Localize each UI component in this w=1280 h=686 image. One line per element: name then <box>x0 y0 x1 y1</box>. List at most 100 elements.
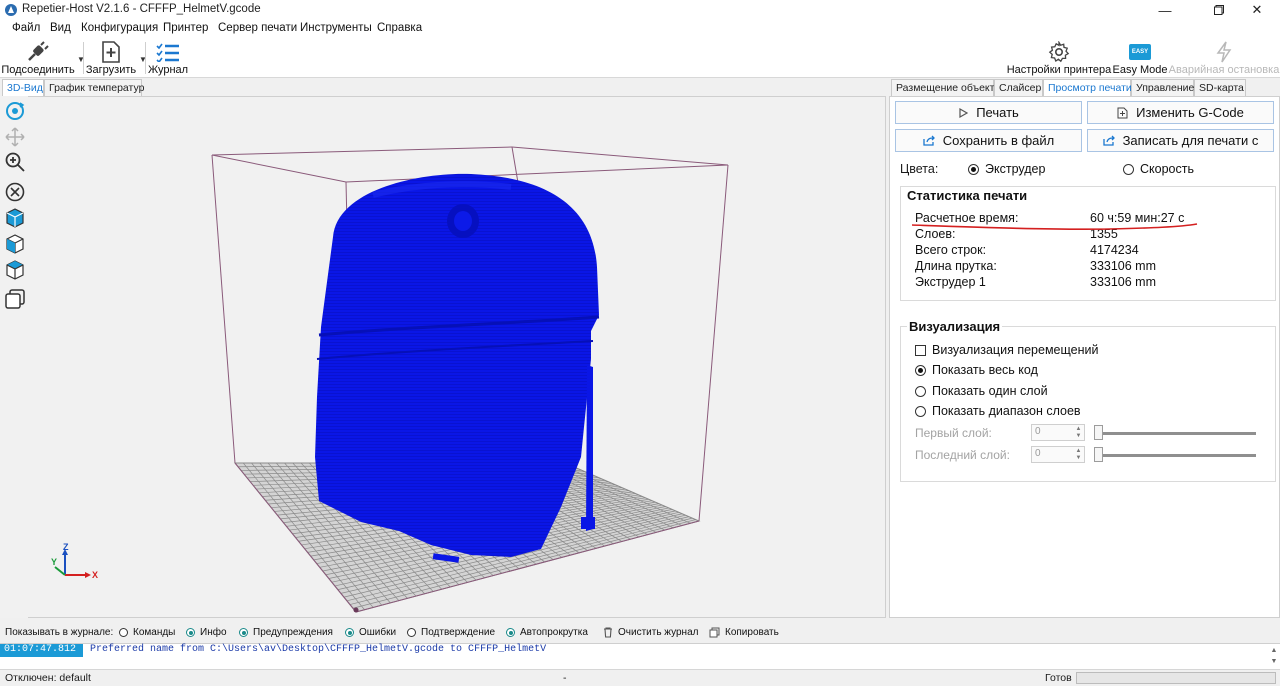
progress-bar <box>1076 672 1276 684</box>
last-layer-label: Последний слой: <box>915 448 1010 462</box>
front-view-icon[interactable] <box>4 233 26 255</box>
easy-mode-button[interactable]: EASY Easy Mode <box>1112 38 1168 76</box>
log-entry: 01:07:47.812 Preferred name from C:\User… <box>0 644 1280 657</box>
log-entry-text: Preferred name from C:\Users\av\Desktop\… <box>90 644 547 655</box>
window-title: Repetier-Host V2.1.6 - CFFFP_HelmetV.gco… <box>22 3 261 15</box>
top-view-icon[interactable] <box>4 259 26 281</box>
log-scrollbar[interactable]: ▲ ▼ <box>1268 645 1280 669</box>
visualization-title: Визуализация <box>907 319 1003 334</box>
first-layer-spinner[interactable]: 0 ▲ ▼ <box>1031 424 1085 441</box>
print-button[interactable]: Печать <box>895 101 1082 124</box>
printer-settings-button[interactable]: Настройки принтера <box>1007 38 1111 76</box>
first-layer-slider-thumb[interactable] <box>1094 425 1103 440</box>
first-layer-slider[interactable] <box>1094 432 1256 435</box>
log-entry-time: 01:07:47.812 <box>0 644 83 657</box>
tab-temperature-graph[interactable]: График температур <box>44 79 144 96</box>
tab-object-placement[interactable]: Размещение объекта <box>891 79 1000 96</box>
write-to-sd-button[interactable]: Записать для печати с <box>1087 129 1274 152</box>
log-filter-info[interactable]: Инфо <box>186 627 227 638</box>
menu-print-server[interactable]: Сервер печати <box>218 22 297 34</box>
radio-unselected-icon <box>915 405 926 417</box>
play-icon <box>959 107 969 118</box>
checkbox-icon <box>915 344 926 356</box>
title-bar: Repetier-Host V2.1.6 - CFFFP_HelmetV.gco… <box>0 0 1280 20</box>
move-view-icon[interactable] <box>4 126 26 148</box>
save-to-file-button[interactable]: Сохранить в файл <box>895 129 1082 152</box>
parallel-projection-icon[interactable] <box>4 288 26 310</box>
close-icon[interactable]: ✕ <box>1234 0 1280 20</box>
connect-button[interactable]: Подсоединить <box>1 38 75 76</box>
menu-printer[interactable]: Принтер <box>163 22 208 34</box>
log-button[interactable]: Журнал <box>148 38 188 76</box>
status-bar: Отключен: default - Готов <box>0 669 1280 686</box>
minimize-icon[interactable]: — <box>1142 0 1188 20</box>
export-icon <box>923 135 935 146</box>
radio-unselected-icon <box>915 385 926 397</box>
edit-gcode-button[interactable]: Изменить G-Code <box>1087 101 1274 124</box>
toolbar-divider <box>145 42 146 74</box>
tab-slicer[interactable]: Слайсер <box>994 79 1043 96</box>
plug-icon <box>25 40 51 64</box>
copy-icon <box>709 627 720 638</box>
load-button[interactable]: Загрузить <box>86 38 136 76</box>
tab-manual-control[interactable]: Управление <box>1131 79 1194 96</box>
radio-icon <box>407 628 416 637</box>
clear-log-button[interactable]: Очистить журнал <box>603 627 698 638</box>
view-tools-sidebar <box>0 96 28 618</box>
easy-mode-icon: EASY <box>1127 40 1153 64</box>
stat-filament-value: 333106 mm <box>1090 259 1157 273</box>
show-all-code-radio[interactable]: Показать весь код <box>915 363 1038 377</box>
emergency-stop-button[interactable]: Аварийная остановка <box>1169 38 1279 76</box>
status-middle: - <box>563 672 567 684</box>
menu-view[interactable]: Вид <box>50 22 71 34</box>
log-filter-errors[interactable]: Ошибки <box>345 627 396 638</box>
iso-view-icon[interactable] <box>4 207 26 229</box>
log-filter-bar: Показывать в журнале: Команды Инфо Преду… <box>0 622 1280 642</box>
print-preview-panel: Печать Изменить G-Code Сохранить в файл … <box>889 96 1280 618</box>
log-autoscroll[interactable]: Автопрокрутка <box>506 627 588 638</box>
spinner-arrows-icon: ▲ ▼ <box>1075 448 1082 461</box>
menu-config[interactable]: Конфигурация <box>81 22 158 34</box>
fit-view-icon[interactable] <box>4 181 26 203</box>
log-filter-ack[interactable]: Подтверждение <box>407 627 495 638</box>
menu-help[interactable]: Справка <box>377 22 422 34</box>
tab-print-preview[interactable]: Просмотр печати <box>1043 79 1132 96</box>
print-stats-title: Статистика печати <box>907 188 1028 203</box>
log-filter-commands[interactable]: Команды <box>119 627 175 638</box>
radio-selected-icon <box>968 163 979 175</box>
file-add-icon <box>98 40 124 64</box>
first-layer-label: Первый слой: <box>915 426 992 440</box>
colors-label: Цвета: <box>900 162 939 176</box>
tab-3d-view[interactable]: 3D-Вид <box>2 79 44 96</box>
show-layer-range-radio[interactable]: Показать диапазон слоев <box>915 404 1081 418</box>
connection-status: Отключен: default <box>5 672 91 684</box>
radio-unselected-icon <box>1123 163 1134 175</box>
radio-icon <box>119 628 128 637</box>
last-layer-slider-thumb[interactable] <box>1094 447 1103 462</box>
menu-tools[interactable]: Инструменты <box>300 22 372 34</box>
radio-icon <box>345 628 354 637</box>
log-filter-warnings[interactable]: Предупреждения <box>239 627 333 638</box>
export-icon <box>1102 135 1115 146</box>
color-speed-radio[interactable]: Скорость <box>1123 162 1194 176</box>
last-layer-spinner[interactable]: 0 ▲ ▼ <box>1031 446 1085 463</box>
spinner-arrows-icon: ▲ ▼ <box>1075 426 1082 439</box>
color-extruder-radio[interactable]: Экструдер <box>968 162 1045 176</box>
ready-status: Готов <box>1045 672 1072 684</box>
3d-viewport[interactable]: Z Y X <box>0 96 886 618</box>
rotate-view-icon[interactable] <box>4 100 26 122</box>
last-layer-slider[interactable] <box>1094 454 1256 457</box>
menu-file[interactable]: Файл <box>12 22 40 34</box>
radio-selected-icon <box>915 364 926 376</box>
stat-lines-key: Всего строк: <box>915 243 987 257</box>
gear-icon <box>1046 40 1072 64</box>
tab-sd-card[interactable]: SD-карта <box>1194 79 1246 96</box>
show-one-layer-radio[interactable]: Показать один слой <box>915 384 1048 398</box>
zoom-icon[interactable] <box>4 151 26 173</box>
copy-log-button[interactable]: Копировать <box>709 627 779 638</box>
axis-x-label: X <box>92 570 99 580</box>
log-area[interactable]: 01:07:47.812 Preferred name from C:\User… <box>0 643 1280 669</box>
show-travel-checkbox[interactable]: Визуализация перемещений <box>915 343 1098 357</box>
edit-file-icon <box>1117 107 1128 118</box>
toolbar-divider <box>83 42 84 74</box>
